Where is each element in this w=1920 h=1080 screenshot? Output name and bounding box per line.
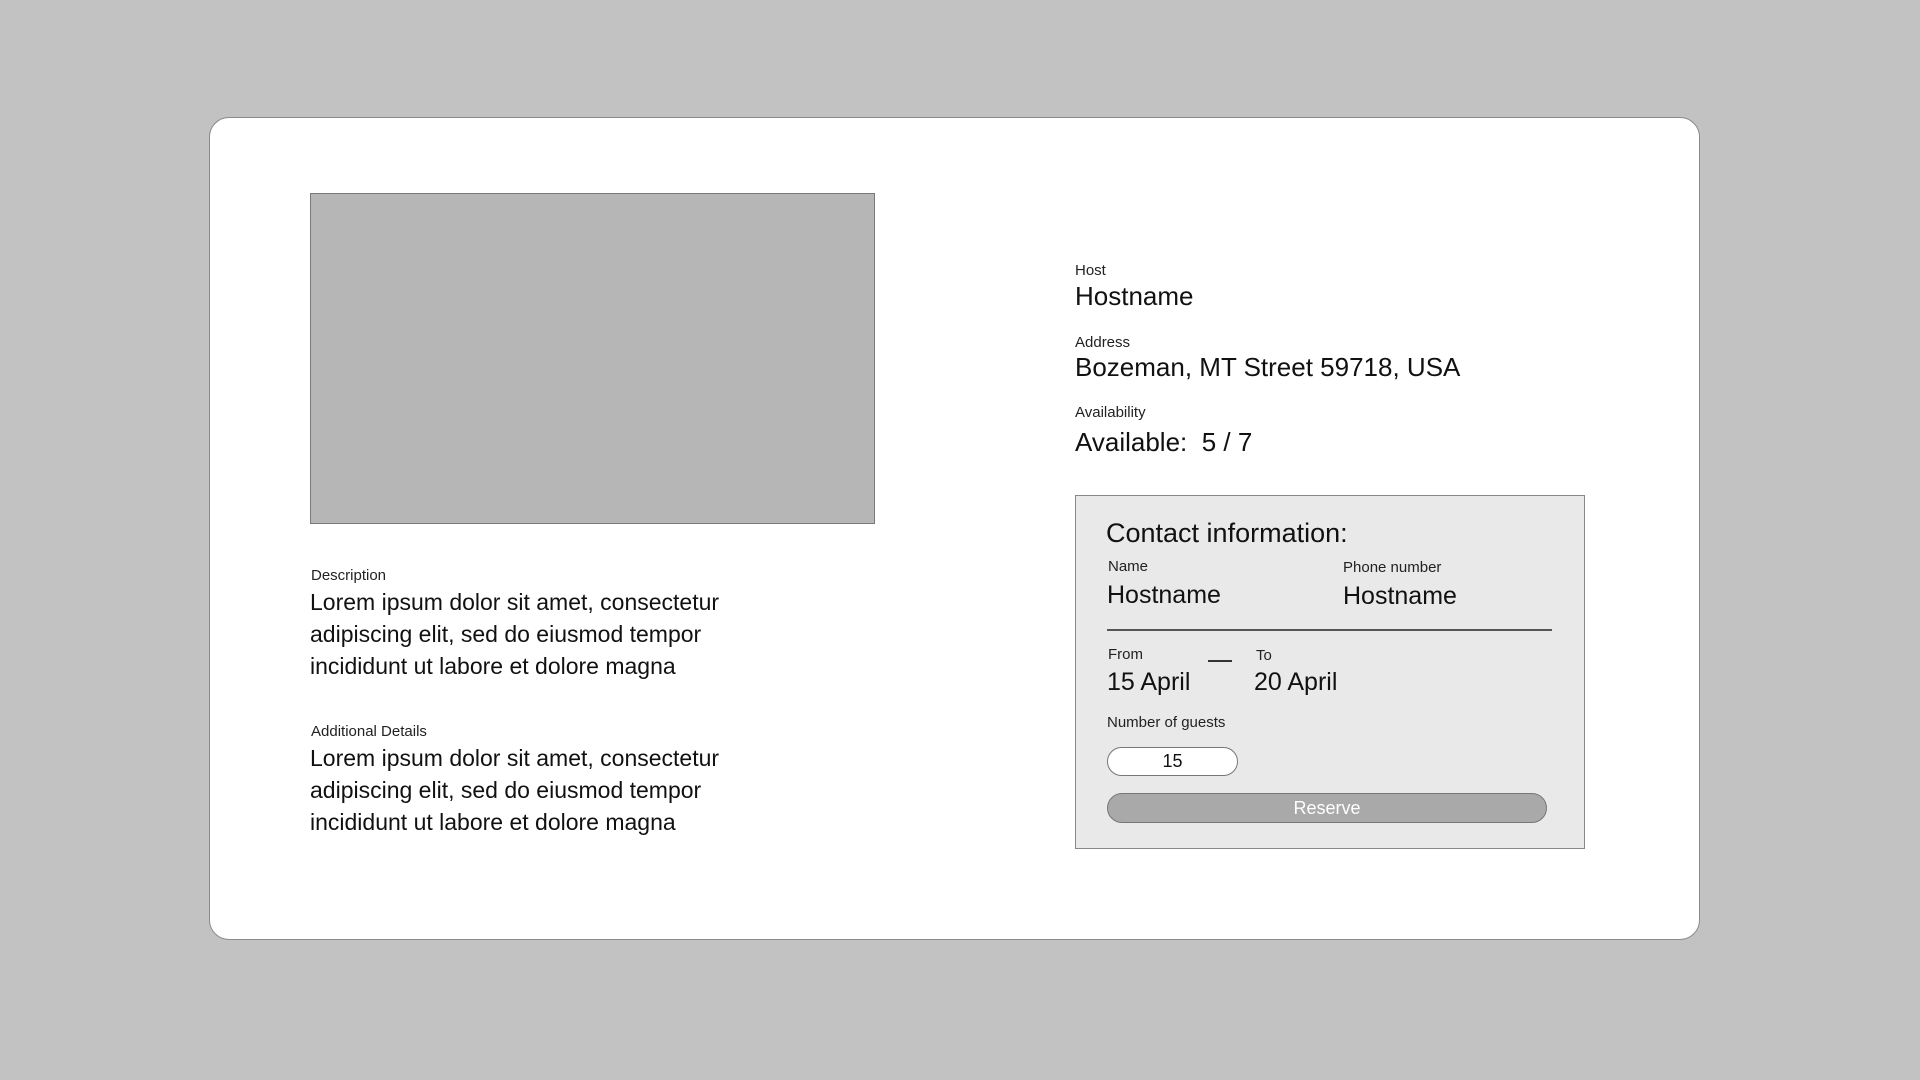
- phone-field[interactable]: Hostname: [1343, 582, 1457, 611]
- description-text: Lorem ipsum dolor sit amet, consectetur …: [310, 589, 720, 679]
- guests-label: Number of guests: [1107, 714, 1226, 731]
- phone-label: Phone number: [1343, 559, 1442, 576]
- host-label: Host: [1075, 262, 1106, 279]
- host-value: Hostname: [1075, 281, 1194, 311]
- contact-title: Contact information:: [1106, 518, 1348, 548]
- additional-details-label: Additional Details: [311, 723, 427, 740]
- availability-label: Availability: [1075, 404, 1146, 421]
- listing-card: Description Lorem ipsum dolor sit amet, …: [209, 117, 1700, 940]
- availability-value: Available: 5 / 7: [1075, 427, 1253, 457]
- contact-information-panel: Contact information: Name Hostname Phone…: [1075, 495, 1585, 849]
- date-range-separator: [1208, 660, 1232, 662]
- address-label: Address: [1075, 334, 1131, 351]
- to-date-field[interactable]: 20 April: [1254, 668, 1337, 697]
- listing-image-placeholder: [310, 193, 875, 524]
- contact-divider: [1107, 629, 1552, 631]
- name-label: Name: [1108, 558, 1149, 575]
- from-date-field[interactable]: 15 April: [1107, 668, 1190, 697]
- from-label: From: [1108, 646, 1143, 663]
- additional-details-text: Lorem ipsum dolor sit amet, consectetur …: [310, 745, 720, 835]
- guests-input[interactable]: [1107, 747, 1238, 776]
- name-field[interactable]: Hostname: [1107, 581, 1221, 610]
- description-label: Description: [311, 567, 387, 584]
- reserve-button[interactable]: Reserve: [1107, 793, 1547, 823]
- address-value: Bozeman, MT Street 59718, USA: [1075, 352, 1461, 382]
- to-label: To: [1256, 647, 1272, 664]
